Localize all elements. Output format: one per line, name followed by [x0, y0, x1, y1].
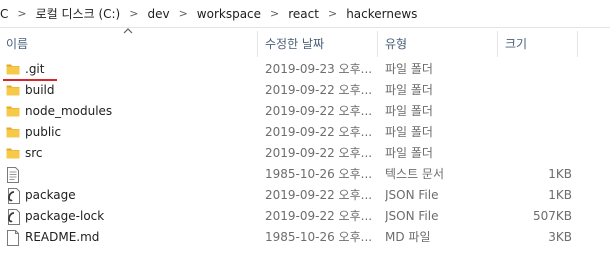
column-header-size[interactable]: 크기 [505, 27, 527, 59]
file-row[interactable]: build 2019-09-22 오후... 파일 폴더 [0, 80, 610, 101]
file-modified-date: 2019-09-22 오후... [265, 83, 373, 97]
file-name[interactable]: package [25, 185, 255, 206]
folder-icon [6, 146, 20, 162]
column-divider[interactable] [257, 31, 258, 57]
file-explorer-window: C > 로컬 디스크 (C:) > dev > workspace > reac… [0, 0, 610, 267]
folder-icon [6, 62, 20, 78]
json-file-icon [6, 209, 20, 225]
file-name[interactable]: README.md [25, 227, 255, 248]
file-type: 파일 폴더 [385, 104, 433, 118]
file-modified-date: 1985-10-26 오후... [265, 167, 373, 181]
annotation-underline [3, 79, 57, 81]
file-modified-date: 1985-10-26 오후... [265, 230, 373, 244]
file-type: 파일 폴더 [385, 125, 433, 139]
file-modified-date: 2019-09-22 오후... [265, 125, 373, 139]
file-size [500, 101, 572, 122]
file-name[interactable]: public [25, 122, 255, 143]
breadcrumb-item-local-disk[interactable]: 로컬 디스크 (C:) [34, 5, 123, 22]
file-type: 파일 폴더 [385, 83, 433, 97]
file-type: JSON File [385, 209, 439, 223]
file-size: 3KB [548, 230, 572, 244]
chevron-right-icon[interactable]: > [172, 7, 195, 20]
file-name[interactable] [25, 164, 255, 185]
file-modified-date: 2019-09-22 오후... [265, 146, 373, 160]
file-type: 파일 폴더 [385, 146, 433, 160]
chevron-right-icon[interactable]: > [321, 7, 344, 20]
breadcrumb: C > 로컬 디스크 (C:) > dev > workspace > reac… [0, 0, 610, 28]
file-size [500, 80, 572, 101]
file-modified-date: 2019-09-23 오후... [265, 62, 373, 76]
file-row[interactable]: src 2019-09-22 오후... 파일 폴더 [0, 143, 610, 164]
file-size [500, 59, 572, 80]
file-row[interactable]: public 2019-09-22 오후... 파일 폴더 [0, 122, 610, 143]
text-document-icon [6, 167, 20, 183]
column-divider[interactable] [497, 31, 498, 57]
file-name[interactable]: src [25, 143, 255, 164]
chevron-right-icon[interactable]: > [10, 7, 33, 20]
folder-icon [6, 104, 20, 120]
column-header: 이름 수정한 날짜 유형 크기 [0, 27, 610, 59]
file-row[interactable]: .git 2019-09-23 오후... 파일 폴더 [0, 59, 610, 80]
file-name[interactable]: .git [25, 59, 255, 80]
column-header-name[interactable]: 이름 [6, 27, 28, 59]
column-header-date[interactable]: 수정한 날짜 [265, 27, 324, 59]
file-row[interactable]: node_modules 2019-09-22 오후... 파일 폴더 [0, 101, 610, 122]
breadcrumb-item-dev[interactable]: dev [145, 7, 171, 21]
breadcrumb-item-workspace[interactable]: workspace [195, 7, 263, 21]
breadcrumb-item-react[interactable]: react [286, 7, 321, 21]
file-size [500, 143, 572, 164]
breadcrumb-lead-fragment[interactable]: C [0, 7, 10, 21]
file-type: 텍스트 문서 [385, 167, 445, 181]
chevron-right-icon[interactable]: > [263, 7, 286, 20]
folder-icon [6, 83, 20, 99]
file-name[interactable]: node_modules [25, 101, 255, 122]
file-row[interactable]: package 2019-09-22 오후... JSON File 1KB [0, 185, 610, 206]
file-name[interactable]: package-lock [25, 206, 255, 227]
chevron-right-icon[interactable]: > [122, 7, 145, 20]
folder-icon [6, 125, 20, 141]
breadcrumb-item-hackernews[interactable]: hackernews [344, 7, 419, 21]
file-icon [6, 230, 20, 246]
file-type: 파일 폴더 [385, 62, 433, 76]
file-modified-date: 2019-09-22 오후... [265, 188, 373, 202]
file-modified-date: 2019-09-22 오후... [265, 209, 373, 223]
file-list: .git 2019-09-23 오후... 파일 폴더 build 2019-09-22… [0, 59, 610, 248]
file-row[interactable]: README.md 1985-10-26 오후... MD 파일 3KB [0, 227, 610, 248]
file-row[interactable]: package-lock 2019-09-22 오후... JSON File 507… [0, 206, 610, 227]
file-type: JSON File [385, 188, 439, 202]
sort-ascending-icon [123, 27, 133, 38]
file-size [500, 122, 572, 143]
column-divider[interactable] [377, 31, 378, 57]
file-row[interactable]: 1985-10-26 오후... 텍스트 문서 1KB [0, 164, 610, 185]
file-size: 1KB [548, 167, 572, 181]
file-size: 1KB [548, 188, 572, 202]
file-modified-date: 2019-09-22 오후... [265, 104, 373, 118]
file-size: 507KB [532, 209, 572, 223]
json-file-icon [6, 188, 20, 204]
column-header-type[interactable]: 유형 [385, 27, 407, 59]
column-divider[interactable] [577, 31, 578, 57]
file-type: MD 파일 [385, 230, 431, 244]
file-name[interactable]: build [25, 80, 255, 101]
